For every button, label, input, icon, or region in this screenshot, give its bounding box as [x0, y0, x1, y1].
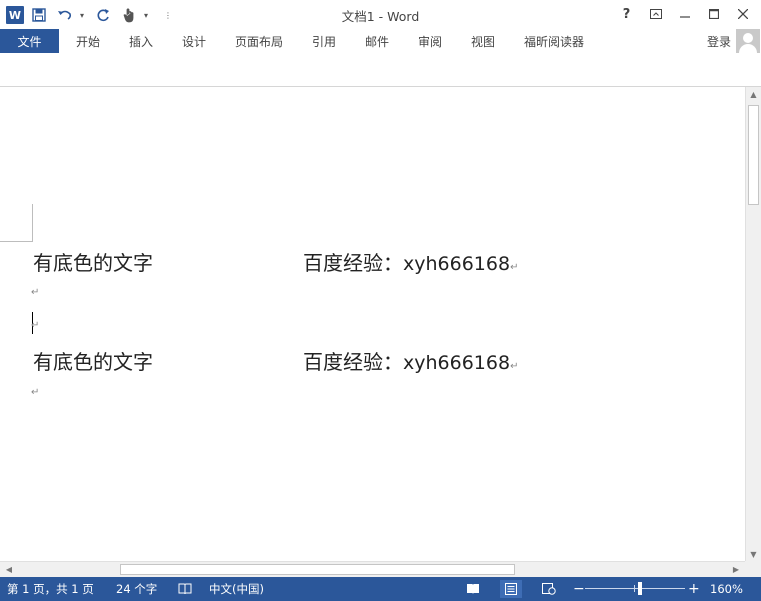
horizontal-scrollbar[interactable]: ◀ ▶	[0, 561, 745, 577]
tab-file[interactable]: 文件	[0, 29, 59, 53]
document-line[interactable]: 有底色的文字 百度经验：xyh666168↵	[33, 247, 518, 276]
line-right-text: 百度经验：xyh666168↵	[303, 350, 519, 374]
line-right-text: 百度经验：xyh666168↵	[303, 251, 519, 275]
ribbon-tabs: 文件 开始 插入 设计 页面布局 引用 邮件 审阅 视图 福昕阅读器 登录	[0, 29, 761, 53]
zoom-slider[interactable]	[585, 588, 685, 589]
print-layout-icon[interactable]	[500, 580, 522, 598]
word-count[interactable]: 24 个字	[116, 577, 157, 601]
minimize-button[interactable]	[670, 3, 699, 25]
ribbon-display-options-button[interactable]	[641, 3, 670, 25]
language-indicator[interactable]: 中文(中国)	[209, 577, 264, 601]
web-layout-icon[interactable]	[538, 580, 560, 598]
tab-view[interactable]: 视图	[471, 29, 495, 53]
tab-insert[interactable]: 插入	[129, 29, 153, 53]
read-mode-icon[interactable]	[462, 580, 484, 598]
paragraph-mark: ↵	[31, 287, 40, 298]
paragraph-mark: ↵	[31, 387, 40, 398]
zoom-in-button[interactable]: +	[688, 577, 700, 601]
tab-home[interactable]: 开始	[76, 29, 100, 53]
sign-in-link[interactable]: 登录	[707, 33, 731, 50]
tab-page-layout[interactable]: 页面布局	[235, 29, 283, 53]
paragraph-mark: ↵	[31, 320, 40, 331]
tab-foxit-reader[interactable]: 福昕阅读器	[524, 29, 584, 53]
avatar[interactable]	[736, 29, 760, 53]
zoom-slider-thumb[interactable]	[638, 582, 642, 595]
tab-design[interactable]: 设计	[182, 29, 206, 53]
page-margin-corner-mark	[0, 204, 33, 242]
zoom-slider-center-tick	[634, 585, 635, 592]
zoom-out-button[interactable]: −	[573, 577, 585, 601]
scroll-left-icon[interactable]: ◀	[2, 562, 16, 577]
scrollbar-corner	[745, 561, 761, 577]
scroll-up-icon[interactable]: ▲	[746, 87, 761, 101]
document-canvas[interactable]: 有底色的文字 百度经验：xyh666168↵ ↵ ↵ 有底色的文字 百度经验：x…	[0, 87, 745, 561]
help-button[interactable]: ?	[612, 3, 641, 25]
title-bar: W ▾ ▾ ⋮ 文档1 - Word ?	[0, 0, 761, 29]
tab-mailings[interactable]: 邮件	[365, 29, 389, 53]
maximize-button[interactable]	[699, 3, 728, 25]
window-controls: ?	[612, 3, 757, 25]
vertical-scroll-thumb[interactable]	[748, 105, 759, 205]
tab-references[interactable]: 引用	[312, 29, 336, 53]
proofing-icon[interactable]	[174, 580, 196, 598]
page-count[interactable]: 第 1 页，共 1 页	[7, 577, 94, 601]
close-button[interactable]	[728, 3, 757, 25]
vertical-scrollbar[interactable]: ▲ ▼	[745, 87, 761, 561]
zoom-level[interactable]: 160%	[710, 577, 743, 601]
tab-review[interactable]: 审阅	[418, 29, 442, 53]
document-line[interactable]: 有底色的文字 百度经验：xyh666168↵	[33, 346, 518, 375]
horizontal-scroll-thumb[interactable]	[120, 564, 515, 575]
line-left-text: 有底色的文字	[33, 251, 153, 275]
scroll-right-icon[interactable]: ▶	[729, 562, 743, 577]
status-bar: 第 1 页，共 1 页 24 个字 中文(中国) − + 160%	[0, 577, 761, 601]
ribbon-collapsed-area	[0, 53, 761, 87]
scroll-down-icon[interactable]: ▼	[746, 547, 761, 561]
line-left-text: 有底色的文字	[33, 350, 153, 374]
